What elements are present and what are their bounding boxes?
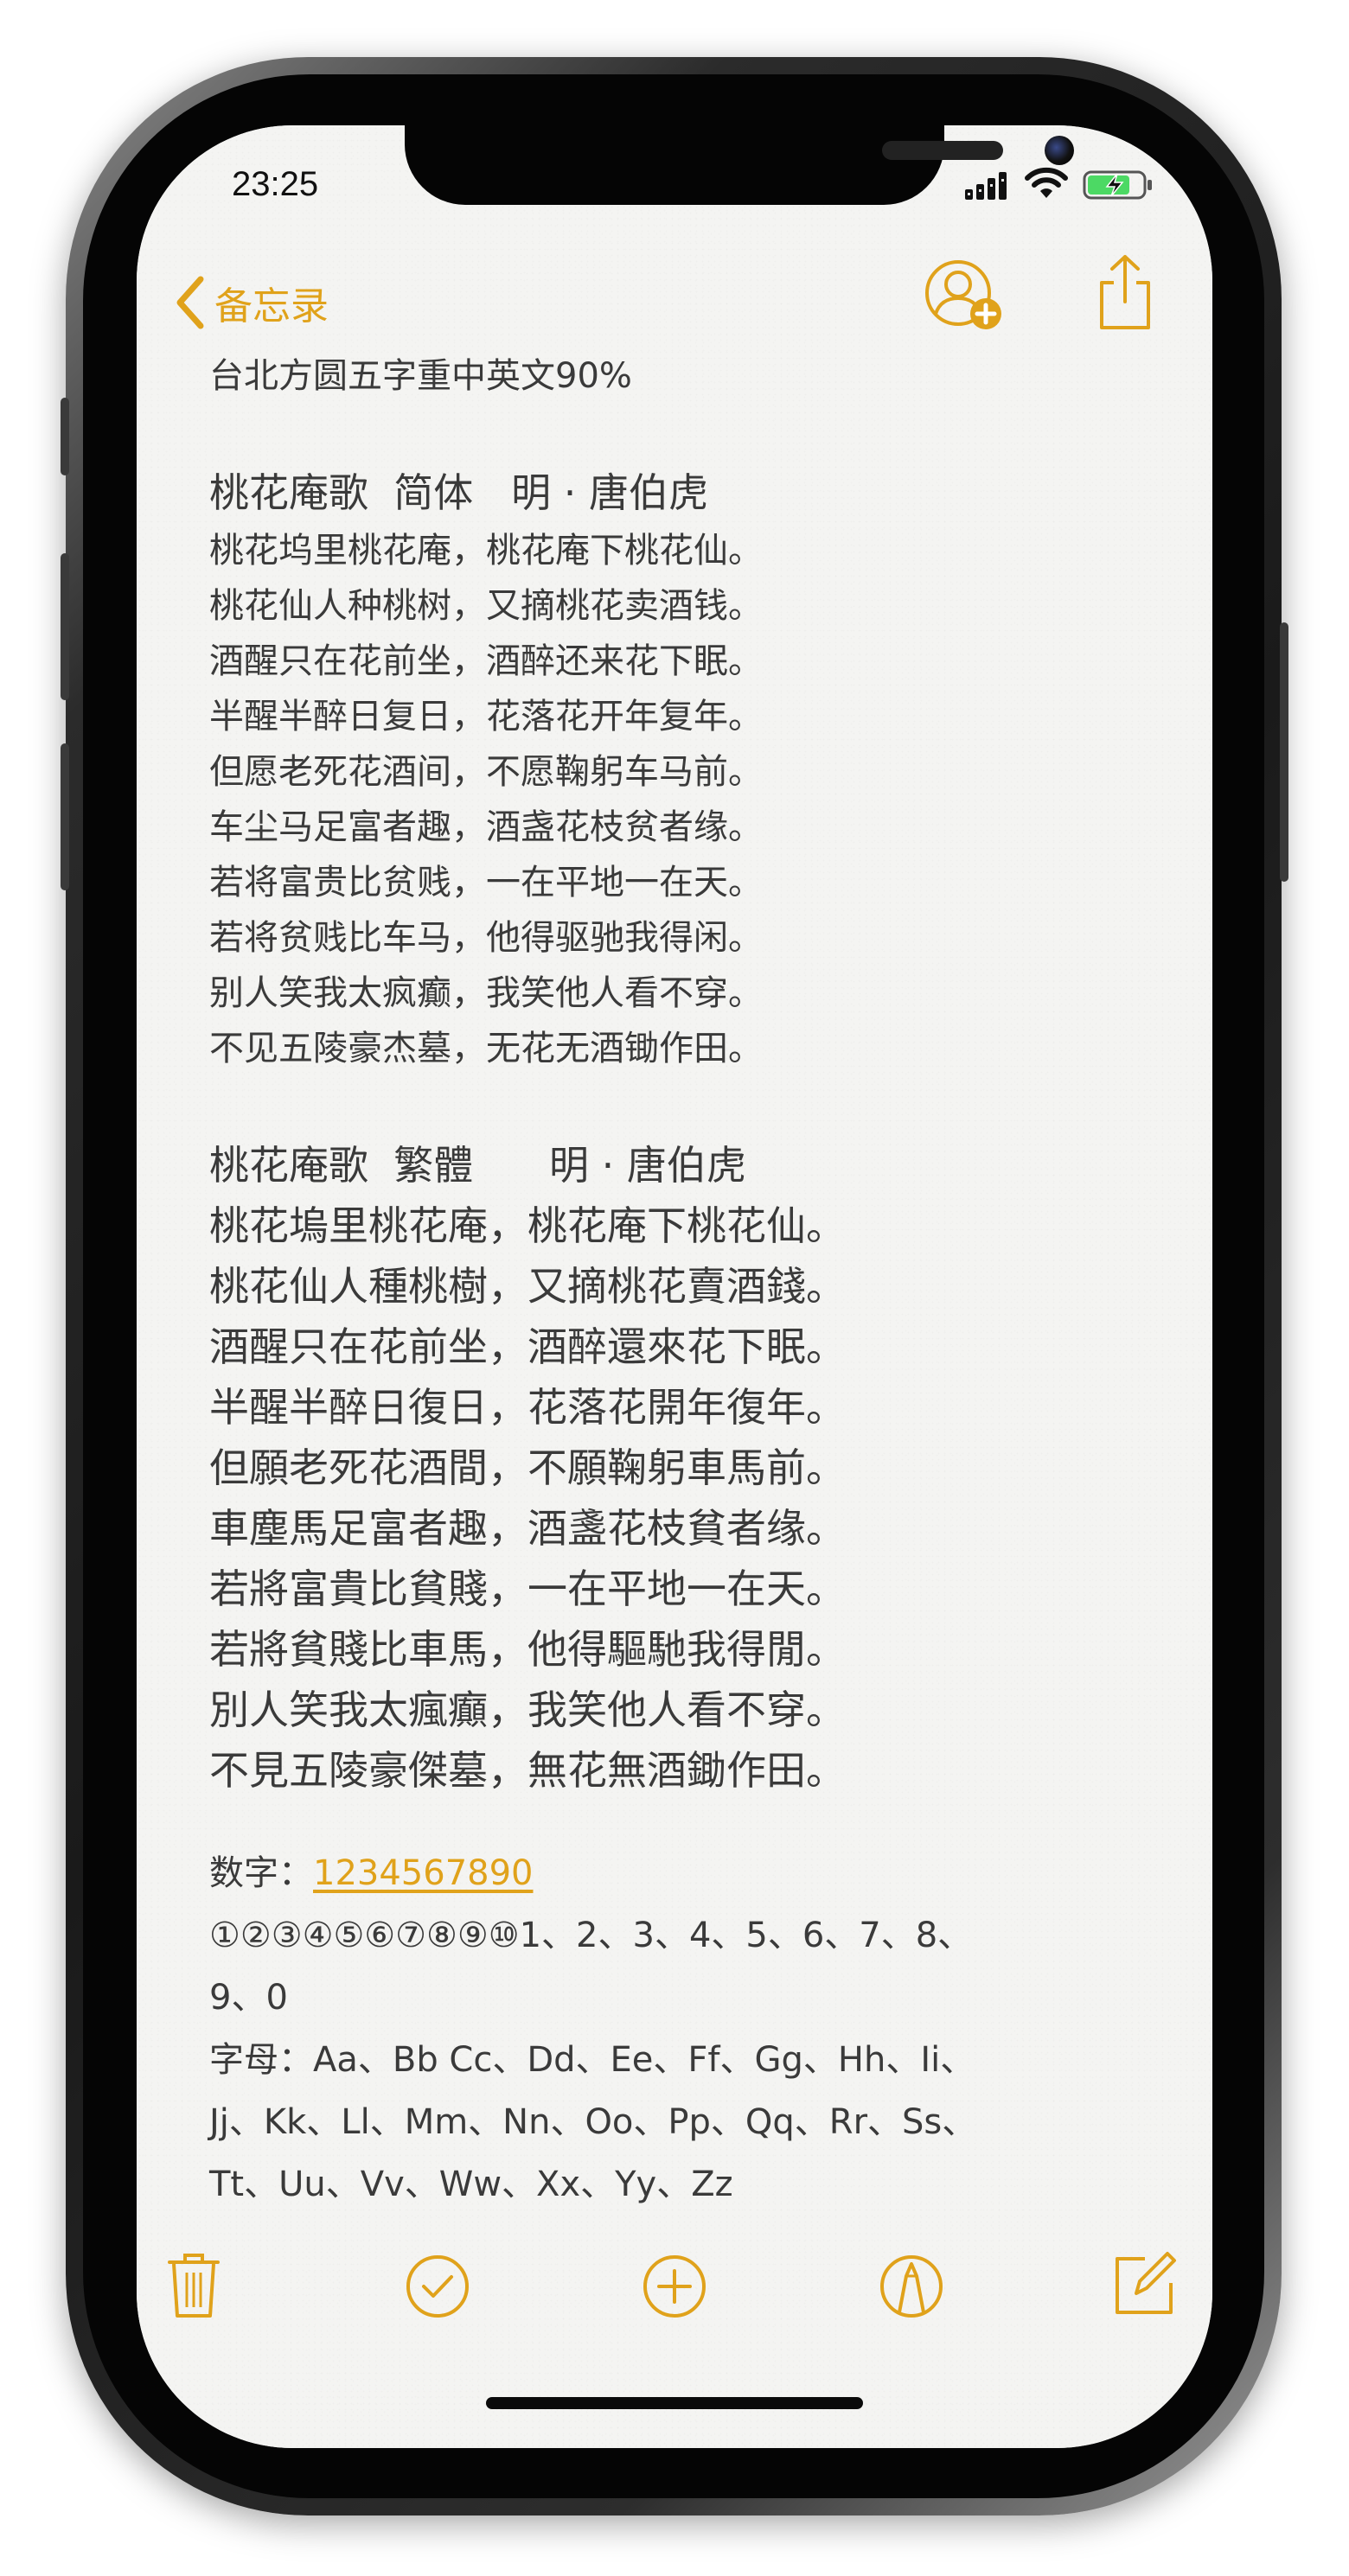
back-button[interactable]: 备忘录 [175, 271, 329, 335]
mute-switch [61, 398, 69, 475]
share-icon[interactable] [1095, 253, 1155, 331]
letters-line: Jj、Kk、Ll、Mm、Nn、Oo、Pp、Qq、Rr、Ss、 [209, 2102, 977, 2142]
trash-icon[interactable] [166, 2252, 221, 2321]
section-heading-traditional: 桃花庵歌 繁體 明 · 唐伯虎 [209, 1142, 746, 1189]
note-title: 台北方圆五字重中英文90% [209, 356, 632, 396]
cellular-signal-icon [965, 172, 1007, 200]
poem-line: 車塵馬足富者趣，酒盞花枝貧者缘。 [209, 1505, 846, 1552]
numbers-line: 数字：1234567890 [209, 1842, 1160, 1904]
checklist-icon[interactable] [403, 2252, 472, 2321]
compose-icon[interactable] [1110, 2248, 1180, 2318]
add-person-icon[interactable] [922, 257, 1008, 335]
poem-line: 但願老死花酒間，不願鞠躬車馬前。 [209, 1444, 846, 1491]
poem-line: 桃花坞里桃花庵，桃花庵下桃花仙。 [209, 531, 763, 571]
poem-line: 桃花仙人种桃树，又摘桃花卖酒钱。 [209, 586, 763, 626]
poem-line: 若将贫贱比车马，他得驱驰我得闲。 [209, 918, 763, 958]
volume-up-button [61, 553, 69, 700]
battery-charging-icon [1083, 170, 1152, 200]
poem-line: 不见五陵豪杰墓，无花无酒锄作田。 [209, 1029, 763, 1068]
poem-line: 半醒半醉日复日，花落花开年复年。 [209, 697, 763, 736]
letters-line: 字母：Aa、Bb Cc、Dd、Ee、Ff、Gg、Hh、Ii、 [209, 2040, 975, 2080]
speaker [882, 141, 1003, 160]
volume-down-button [61, 743, 69, 890]
poem-line: 若將富貴比貧賤，一在平地一在天。 [209, 1565, 846, 1612]
back-button-label: 备忘录 [214, 284, 329, 328]
poem-line: 桃花塢里桃花庵，桃花庵下桃花仙。 [209, 1202, 846, 1249]
poem-line: 不見五陵豪傑墓，無花無酒鋤作田。 [209, 1747, 846, 1794]
wifi-icon [1025, 167, 1068, 198]
power-button [1280, 622, 1288, 882]
add-icon[interactable] [640, 2252, 709, 2321]
poem-line: 酒醒只在花前坐，酒醉還來花下眠。 [209, 1323, 846, 1370]
letters-line: Tt、Uu、Vv、Ww、Xx、Yy、Zz [209, 2165, 733, 2204]
poem-line: 别人笑我太疯癫，我笑他人看不穿。 [209, 973, 763, 1013]
numbers-label: 数字： [209, 1853, 313, 1893]
chevron-left-icon [176, 276, 204, 329]
poem-line: 但愿老死花酒间，不愿鞠躬车马前。 [209, 752, 763, 792]
status-time: 23:25 [232, 165, 319, 203]
note-body[interactable]: 台北方圆五字重中英文90% 桃花庵歌 简体 明 · 唐伯虎 桃花坞里桃花庵，桃花… [209, 348, 1160, 2216]
markup-icon[interactable] [877, 2252, 946, 2321]
section-heading-simplified: 桃花庵歌 简体 明 · 唐伯虎 [209, 469, 708, 516]
poem-line: 別人笑我太瘋癲，我笑他人看不穿。 [209, 1687, 846, 1733]
poem-line: 若將貧賤比車馬，他得驅馳我得閒。 [209, 1626, 846, 1673]
phone-number-link[interactable]: 1234567890 [313, 1853, 534, 1893]
numbers-line-continued: 9、0 [209, 1978, 288, 2018]
poem-line: 半醒半醉日復日，花落花開年復年。 [209, 1384, 846, 1431]
poem-line: 桃花仙人種桃樹，又摘桃花賣酒錢。 [209, 1263, 846, 1310]
screen: 23:25 备忘录 台北方圆五字重中英文90% 桃花庵歌 简体 明 · 唐伯虎 … [137, 125, 1212, 2448]
front-camera [1045, 136, 1074, 165]
home-indicator[interactable] [486, 2397, 863, 2409]
circled-numbers-line: ①②③④⑤⑥⑦⑧⑨⑩1、2、3、4、5、6、7、8、 [209, 1916, 973, 1955]
poem-line: 若将富贵比贫贱，一在平地一在天。 [209, 863, 763, 902]
notch [405, 125, 1074, 205]
poem-line: 酒醒只在花前坐，酒醉还来花下眠。 [209, 641, 763, 681]
poem-line: 车尘马足富者趣，酒盏花枝贫者缘。 [209, 807, 763, 847]
